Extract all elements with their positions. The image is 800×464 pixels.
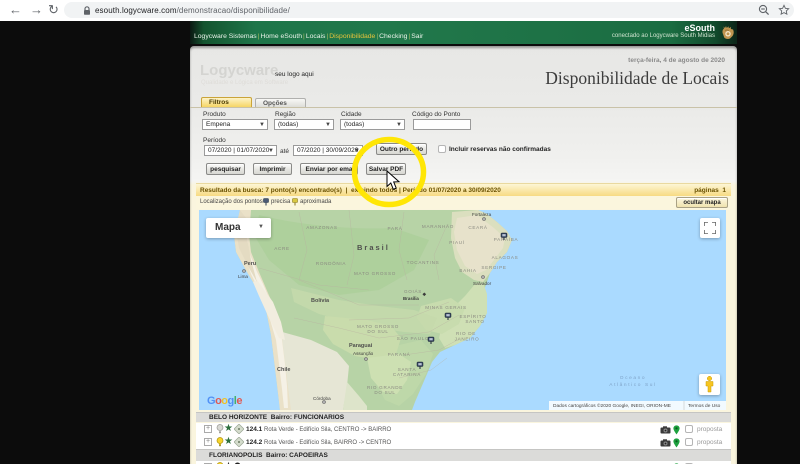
svg-text:MINAS GERAIS: MINAS GERAIS <box>425 305 467 310</box>
svg-text:SERGIPE: SERGIPE <box>481 265 506 270</box>
svg-text:RIO DE: RIO DE <box>456 331 476 336</box>
svg-text:MATO GROSSO: MATO GROSSO <box>354 271 396 276</box>
svg-text:Oceano: Oceano <box>620 375 646 381</box>
svg-text:DO SUL: DO SUL <box>367 329 388 334</box>
svg-text:AMAZONAS: AMAZONAS <box>306 225 337 230</box>
svg-text:CEARÁ: CEARÁ <box>468 224 488 230</box>
svg-text:ALAGOAS: ALAGOAS <box>492 255 519 260</box>
svg-text:Lima: Lima <box>238 274 248 279</box>
svg-text:Bolívia: Bolívia <box>311 298 330 304</box>
svg-text:SÃO PAULO: SÃO PAULO <box>397 335 430 341</box>
svg-text:Dados cartográficos ©2020 Goog: Dados cartográficos ©2020 Google, INEGI,… <box>553 402 671 409</box>
svg-text:Brasília: Brasília <box>403 296 419 301</box>
svg-text:CATARINA: CATARINA <box>393 372 421 377</box>
svg-text:DO SUL: DO SUL <box>374 390 395 395</box>
svg-text:Salvador: Salvador <box>473 281 492 286</box>
svg-text:Peru: Peru <box>244 261 256 267</box>
svg-text:GOIÁS: GOIÁS <box>404 288 422 294</box>
svg-text:PARÁ: PARÁ <box>388 225 403 231</box>
svg-text:Termos de Uso: Termos de Uso <box>688 403 721 409</box>
svg-text:ACRE: ACRE <box>274 246 290 251</box>
svg-text:JANEIRO: JANEIRO <box>455 337 480 342</box>
svg-text:Assunção: Assunção <box>353 351 374 356</box>
svg-text:Atlântico Sul: Atlântico Sul <box>609 382 656 388</box>
svg-text:Chile: Chile <box>277 367 290 373</box>
svg-text:RONDÔNIA: RONDÔNIA <box>316 260 347 266</box>
svg-text:PARANÁ: PARANÁ <box>388 351 411 357</box>
svg-text:Fortaleza: Fortaleza <box>472 212 492 217</box>
svg-text:PIAUÍ: PIAUÍ <box>449 239 465 245</box>
svg-text:Paraguai: Paraguai <box>349 343 373 349</box>
svg-text:TOCANTINS: TOCANTINS <box>407 260 440 265</box>
svg-text:Córdoba: Córdoba <box>313 396 331 401</box>
svg-text:Brasil: Brasil <box>357 243 390 252</box>
svg-text:MARANHÃO: MARANHÃO <box>422 223 454 229</box>
svg-text:BAHIA: BAHIA <box>459 268 477 273</box>
svg-text:SANTO: SANTO <box>465 319 484 324</box>
